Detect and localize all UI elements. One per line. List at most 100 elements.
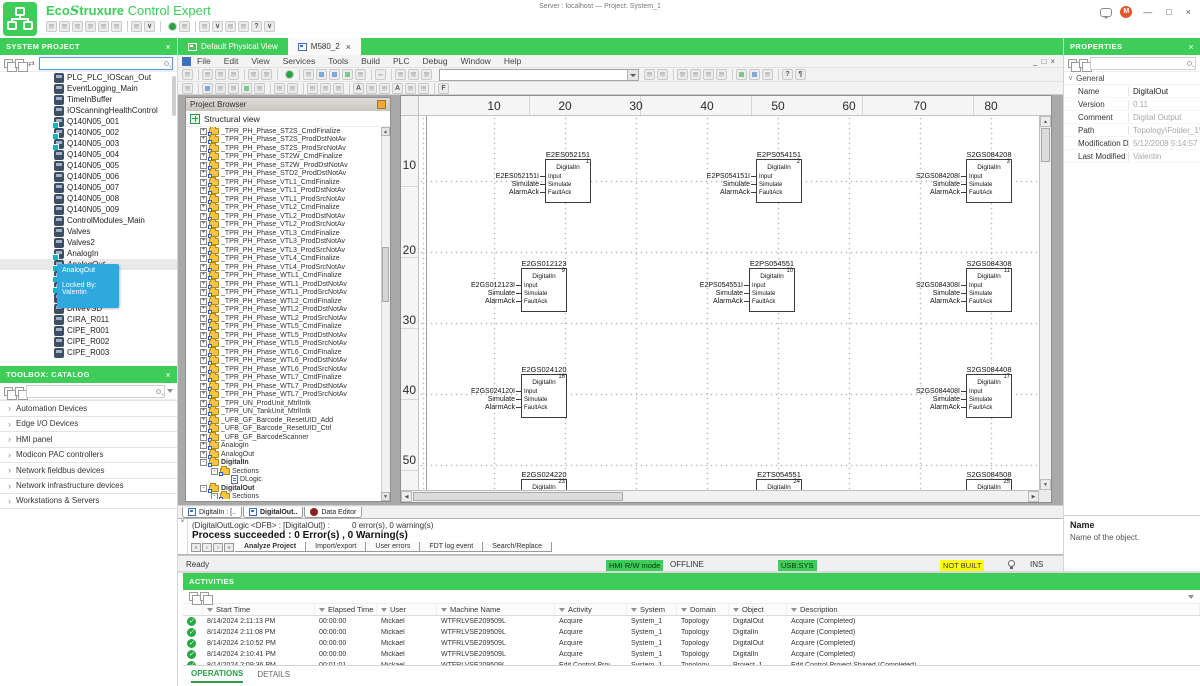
expand-icon[interactable]: + [200,247,207,254]
user-avatar[interactable]: M [1120,6,1132,18]
tile-icon[interactable] [677,69,688,80]
expand-icon[interactable]: + [200,145,207,152]
close-icon[interactable]: × [165,42,171,52]
struct-icon[interactable] [736,69,747,80]
expand-icon[interactable]: + [200,153,207,160]
browser-item[interactable]: +_TPR_PH_Phase_WTL7_ProdDstNotAv [186,382,390,391]
caret-down-icon[interactable]: ∨ [264,21,275,32]
first-tab-icon[interactable]: « [191,543,201,552]
browser-item[interactable]: +_TPR_PH_Phase_VTL2_CmdFinalize [186,204,390,213]
browser-item[interactable]: +_TPR_PH_Phase_WTL5_CmdFinalize [186,323,390,332]
filter-icon[interactable] [1188,595,1194,599]
expand-icon[interactable]: + [200,136,207,143]
table-view-icon[interactable] [644,69,655,80]
browser-item[interactable]: +_TPR_PH_Phase_WTL2_CmdFinalize [186,297,390,306]
expand-icon[interactable]: + [200,298,207,305]
gear-icon[interactable] [225,21,236,32]
expand-icon[interactable]: + [200,187,207,194]
text-icon[interactable]: A [392,83,403,94]
menu-services[interactable]: Services [283,56,316,66]
maximize-button[interactable]: □ [1163,7,1174,17]
label-icon[interactable]: A [353,83,364,94]
print-icon[interactable] [46,21,57,32]
collapse-all-icon[interactable] [15,59,24,68]
tab-m580-2[interactable]: M580_2× [288,38,361,55]
browser-item[interactable]: +_TPR_PH_Phase_STD2_ProdDstNotAv [186,170,390,179]
var-icon[interactable] [405,83,416,94]
import-icon[interactable] [355,69,366,80]
collapse-all-icon[interactable] [1079,59,1088,68]
toolbar-combobox[interactable] [439,69,639,81]
tree-item[interactable]: Q140N05_003 [0,138,177,149]
horizontal-scrollbar[interactable]: ◀ ▶ [401,490,1039,502]
paste-icon[interactable] [228,69,239,80]
expand-all-icon[interactable] [1068,59,1077,68]
browser-item[interactable]: +_TPR_PH_Phase_VTL1_ProdDstNotAv [186,187,390,196]
scroll-left-icon[interactable]: ◀ [401,491,412,502]
chat-icon[interactable] [1100,8,1112,17]
expand-icon[interactable]: + [200,340,207,347]
prev-tab-icon[interactable]: ‹ [202,543,212,552]
expand-icon[interactable]: + [200,272,207,279]
expand-icon[interactable]: + [200,434,207,441]
browser-item[interactable]: +_TPR_PH_Phase_WTL7_CmdFinalize [186,374,390,383]
expand-icon[interactable]: + [200,204,207,211]
browser-item[interactable]: +_TPR_PH_Phase_ST2S_ProdDstNotAv [186,136,390,145]
filter-icon[interactable] [791,608,797,612]
expand-icon[interactable]: + [200,281,207,288]
doc-tab[interactable]: DigitalOut.. [243,507,303,518]
collapse-icon[interactable]: - [211,493,218,499]
browser-item[interactable]: +_TPR_PH_Phase_WTL5_ProdSrcNotAv [186,340,390,349]
browser-item[interactable]: -DigitalOut [186,484,390,493]
browser-item[interactable]: -Sections [186,493,390,500]
tree-item[interactable]: Q140N05_002 [0,127,177,138]
browser-item[interactable]: +_TPR_UN_ProdUnit_MtrlIntk [186,399,390,408]
expand-icon[interactable]: + [200,383,207,390]
expand-icon[interactable]: + [200,451,207,458]
menu-plc[interactable]: PLC [393,56,410,66]
tree-item[interactable]: Valves [0,226,177,237]
select-box-icon[interactable] [179,21,190,32]
expand-icon[interactable]: + [200,179,207,186]
export-icon[interactable] [200,592,209,601]
filter-icon[interactable] [319,608,325,612]
column-header[interactable]: Object [729,604,787,615]
expand-icon[interactable]: + [200,306,207,313]
copy-icon[interactable] [98,21,109,32]
maximize-icon[interactable] [377,100,386,109]
browser-item[interactable]: +_TPR_PH_Phase_VTL1_CmdFinalize [186,178,390,187]
filter-icon[interactable] [167,389,173,393]
close-icon[interactable]: × [1188,42,1194,52]
refresh-icon[interactable] [395,69,406,80]
expand-icon[interactable]: + [200,264,207,271]
structural-view-row[interactable]: Structural view [186,111,390,127]
footer-tab-operations[interactable]: OPERATIONS [191,666,243,683]
footer-tab-details[interactable]: DETAILS [257,667,290,682]
cascade-icon[interactable] [690,69,701,80]
search-icon[interactable] [303,69,314,80]
tree-item[interactable]: PLC_PLC_IOScan_Out [0,72,177,83]
expand-icon[interactable]: + [200,349,207,356]
browser-item[interactable]: +_TPR_PH_Phase_WTL6_ProdDstNotAv [186,357,390,366]
scroll-up-icon[interactable]: ▲ [381,127,390,136]
window-new-icon[interactable] [421,69,432,80]
expand-icon[interactable]: + [200,128,207,135]
menu-tools[interactable]: Tools [328,56,348,66]
browser-item[interactable]: +_TPR_PH_Phase_VTL2_ProdDstNotAv [186,212,390,221]
toolbox-item[interactable]: ›Modicon PAC controllers [0,447,177,463]
browser-item[interactable]: +_TPR_PH_Phase_WTL5_ProdDstNotAv [186,331,390,340]
browser-item[interactable]: +_TPR_PH_Phase_WTL1_ProdDstNotAv [186,280,390,289]
toolbox-item[interactable]: ›Network fieldbus devices [0,462,177,478]
browser-item[interactable]: +_TPR_PH_Phase_ST2S_ProdSrcNotAv [186,144,390,153]
caret-down-icon[interactable]: ∨ [212,21,223,32]
expand-icon[interactable]: + [200,230,207,237]
filter-icon[interactable] [559,608,565,612]
menu-debug[interactable]: Debug [423,56,448,66]
tree-item[interactable]: Q140N05_009 [0,204,177,215]
tree-item[interactable]: Q140N05_001 [0,116,177,127]
property-row[interactable]: PathTopology\Folder_1\Projec [1064,124,1200,137]
tree-item[interactable]: CIPE_R002 [0,336,177,347]
browser-item[interactable]: +_TPR_PH_Phase_VTL4_CmdFinalize [186,255,390,264]
tree-item[interactable]: CIPE_R001 [0,325,177,336]
property-row[interactable]: CommentDigital Output [1064,111,1200,124]
